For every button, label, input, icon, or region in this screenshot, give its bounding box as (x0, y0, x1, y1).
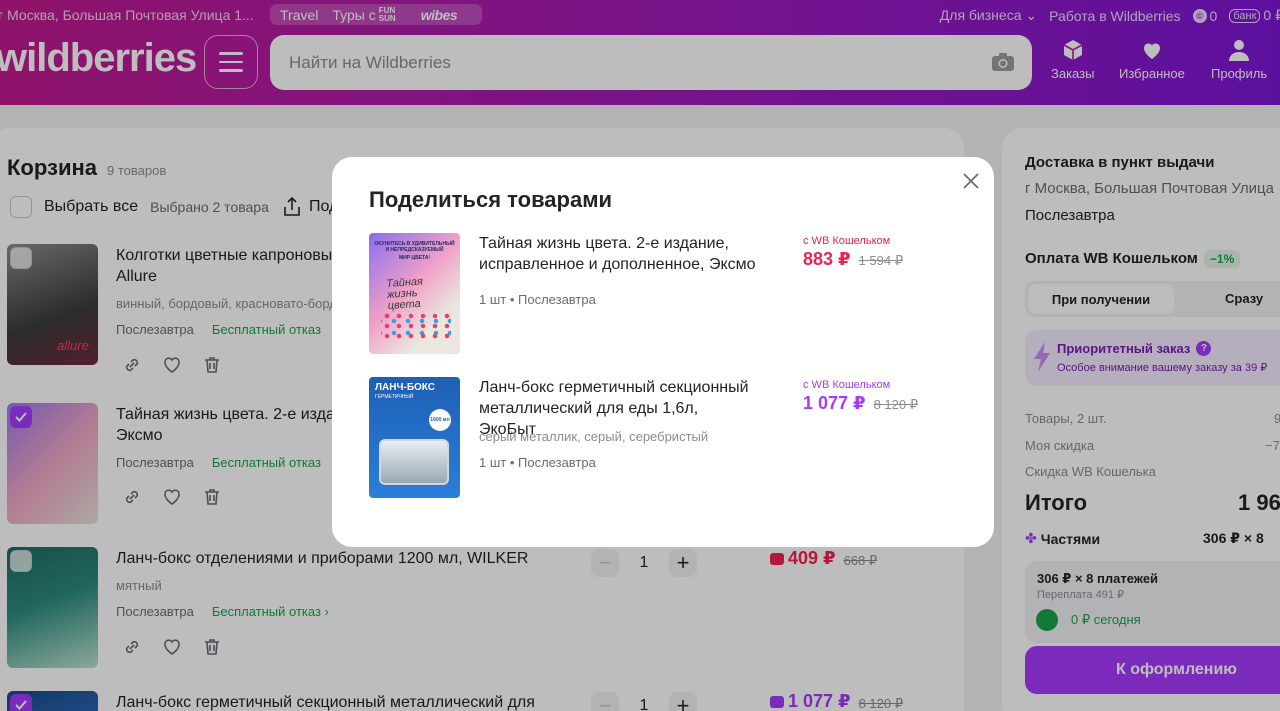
close-icon[interactable] (960, 170, 982, 192)
product-image[interactable]: ОКУНИТЕСЬ В УДИВИТЕЛЬНЫЙ И НЕПРЕДСКАЗУЕМ… (369, 233, 460, 354)
modal-title: Поделиться товарами (369, 187, 613, 212)
share-modal: Поделиться товарами ОКУНИТЕСЬ В УДИВИТЕЛ… (332, 157, 994, 547)
book-cover-text: ОКУНИТЕСЬ В УДИВИТЕЛЬНЫЙ И НЕПРЕДСКАЗУЕМ… (374, 241, 455, 253)
book-cover-sub: МИР ЦВЕТА! (398, 255, 431, 261)
modal-item-attrs: серый металлик, серый, серебристый (479, 429, 709, 444)
book-cover-title: Тайная жизнь цвета (385, 275, 424, 313)
modal-item-meta: 1 шт • Послезавтра (479, 455, 596, 470)
modal-item-price: 883 ₽ 1 594 ₽ (803, 249, 903, 269)
volume-badge: 1600 мл (429, 409, 451, 431)
product-image[interactable]: ЛАНЧ-БОКС ГЕРМЕТИЧНЫЙ 1600 мл (369, 377, 460, 498)
book-dots (381, 311, 451, 341)
wallet-label: с WB Кошельком (803, 379, 891, 391)
modal-item-meta: 1 шт • Послезавтра (479, 292, 596, 307)
lunch-cover-sub: ГЕРМЕТИЧНЫЙ (375, 394, 414, 400)
lunch-box-picture (379, 439, 449, 485)
lunch-cover-title: ЛАНЧ-БОКС (375, 382, 435, 393)
modal-item-price: 1 077 ₽ 8 120 ₽ (803, 393, 918, 413)
modal-item-title[interactable]: Тайная жизнь цвета. 2-е издание, исправл… (479, 233, 759, 275)
wallet-label: с WB Кошельком (803, 235, 891, 247)
